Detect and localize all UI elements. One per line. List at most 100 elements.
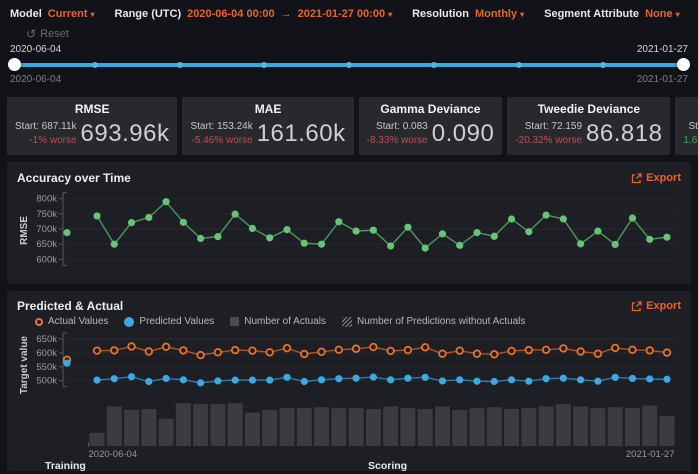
svg-text:2020-06-04: 2020-06-04: [89, 449, 138, 460]
export-icon: [631, 301, 642, 312]
legend-item-actual-values[interactable]: Actual Values: [35, 316, 108, 327]
metric-delta: -20.32% worse: [515, 134, 582, 148]
svg-text:700k: 700k: [36, 224, 57, 235]
segment-attribute-group: Segment Attribute None▾: [544, 8, 679, 20]
slider-tick-dot: [346, 62, 352, 68]
predicted-actual-line-chart[interactable]: 500k 550k 600k 650k: [31, 328, 681, 402]
export-button[interactable]: Export: [631, 172, 681, 184]
legend-item-number-of-actuals[interactable]: Number of Actuals: [230, 316, 326, 327]
ring-marker-icon: [35, 318, 43, 326]
metric-start-value: Start: 0.671: [688, 120, 698, 134]
metric-start-value: Start: 153.24k: [190, 120, 252, 134]
chevron-down-icon: ▾: [520, 10, 524, 19]
metric-name: R Squared: [683, 102, 698, 116]
chart-legend: Actual Values Predicted Values Number of…: [17, 313, 681, 328]
metric-delta: -8.33% worse: [367, 134, 428, 148]
accuracy-over-time-panel: Accuracy over Time Export RMSE 600k 650k 7…: [7, 162, 691, 284]
slider-tick-dot: [92, 62, 98, 68]
y-axis-title: Target value: [17, 328, 31, 402]
metric-current-value: 86.818: [586, 120, 662, 148]
svg-text:550k: 550k: [36, 362, 57, 373]
model-dropdown[interactable]: Current▾: [48, 8, 95, 20]
panel-title: Accuracy over Time: [17, 171, 131, 185]
metric-current-value: 0.090: [432, 120, 495, 148]
svg-text:800k: 800k: [36, 194, 57, 205]
scoring-zone-label: Scoring: [368, 460, 407, 472]
slider-tick-dot: [431, 62, 437, 68]
slider-tick-dot: [261, 62, 267, 68]
timeline-zones: Training Scoring: [17, 460, 681, 474]
segment-attribute-dropdown[interactable]: None▾: [645, 8, 680, 20]
metric-card-tweedie-deviance: Tweedie Deviance Start: 72.159 -20.32% w…: [507, 97, 670, 155]
svg-text:650k: 650k: [36, 334, 57, 345]
range-arrow-icon: →: [281, 8, 292, 20]
metric-name: MAE: [190, 102, 345, 116]
metric-current-value: 161.60k: [257, 120, 346, 148]
slider-tick-dot: [516, 62, 522, 68]
metric-current-value: 693.96k: [81, 120, 170, 148]
predicted-actual-panel: Predicted & Actual Export Actual Values …: [7, 291, 691, 471]
slider-start-label: 2020-06-04: [10, 44, 61, 57]
metric-card-r-squared: R Squared Start: 0.671 1.66% better 0.68…: [675, 97, 698, 155]
slider-tick-dot: [177, 62, 183, 68]
slider-dots: [10, 59, 688, 71]
metric-name: Tweedie Deviance: [515, 102, 662, 116]
svg-text:2021-01-27: 2021-01-27: [626, 449, 675, 460]
y-axis-title: RMSE: [17, 186, 31, 274]
date-range-slider: 2020-06-04 2021-01-27 2020-06-04 2021-01…: [0, 44, 698, 87]
slider-track-row: [10, 59, 688, 71]
svg-text:650k: 650k: [36, 239, 57, 250]
dot-marker-icon: [124, 317, 134, 327]
slider-handle-start[interactable]: [8, 58, 21, 71]
resolution-selector-group: Resolution Monthly▾: [412, 8, 524, 20]
metric-cards: RMSE Start: 687.11k -1% worse 693.96k MA…: [7, 97, 691, 155]
range-start-value[interactable]: 2020-06-04 00:00: [187, 8, 274, 20]
svg-text:600k: 600k: [36, 254, 57, 265]
panel-title: Predicted & Actual: [17, 299, 123, 313]
metric-delta: -5.46% worse: [192, 134, 253, 148]
chevron-down-icon: ▾: [676, 10, 680, 19]
metric-delta: 1.66% better: [683, 134, 698, 148]
resolution-dropdown[interactable]: Monthly▾: [475, 8, 524, 20]
model-label: Model: [10, 8, 42, 20]
metric-name: Gamma Deviance: [367, 102, 495, 116]
undo-icon: ↺: [26, 27, 36, 41]
metric-delta: -1% worse: [29, 134, 76, 148]
metric-card-mae: MAE Start: 153.24k -5.46% worse 161.60k: [182, 97, 353, 155]
square-marker-icon: [230, 317, 239, 326]
range-end-dropdown[interactable]: 2021-01-27 00:00▾: [298, 8, 392, 20]
legend-item-predictions-without-actuals[interactable]: Number of Predictions without Actuals: [342, 316, 525, 327]
accuracy-dashboard: Model Current▾ Range (UTC) 2020-06-04 00…: [0, 0, 698, 464]
export-button[interactable]: Export: [631, 300, 681, 312]
metric-card-gamma-deviance: Gamma Deviance Start: 0.083 -8.33% worse…: [359, 97, 503, 155]
svg-text:600k: 600k: [36, 348, 57, 359]
spacer: [17, 402, 31, 460]
accuracy-line-chart[interactable]: 600k 650k 700k 750k 800k: [31, 186, 681, 274]
actuals-volume-bar-chart[interactable]: 2020-06-04 2021-01-27: [31, 402, 681, 460]
legend-item-predicted-values[interactable]: Predicted Values: [124, 316, 214, 327]
range-label: Range (UTC): [115, 8, 182, 20]
slider-end-label: 2021-01-27: [637, 44, 688, 57]
export-icon: [631, 173, 642, 184]
reset-row: ↺ Reset: [0, 26, 698, 42]
metric-start-value: Start: 72.159: [525, 120, 582, 134]
resolution-label: Resolution: [412, 8, 469, 20]
model-selector-group: Model Current▾: [10, 8, 95, 20]
slider-tick-dot: [600, 62, 606, 68]
segment-attribute-label: Segment Attribute: [544, 8, 639, 20]
metric-start-value: Start: 687.11k: [15, 120, 77, 134]
slider-handle-end[interactable]: [677, 58, 690, 71]
chevron-down-icon: ▾: [91, 10, 95, 19]
slider-end-sub-label: 2021-01-27: [637, 74, 688, 87]
hatch-marker-icon: [342, 317, 352, 327]
reset-button[interactable]: ↺ Reset: [26, 27, 69, 41]
toolbar: Model Current▾ Range (UTC) 2020-06-04 00…: [0, 0, 698, 22]
slider-start-sub-label: 2020-06-04: [10, 74, 61, 87]
svg-text:500k: 500k: [36, 376, 57, 387]
metric-start-value: Start: 0.083: [376, 120, 428, 134]
svg-text:750k: 750k: [36, 209, 57, 220]
training-zone-label: Training: [45, 460, 86, 472]
chevron-down-icon: ▾: [388, 10, 392, 19]
range-selector-group: Range (UTC) 2020-06-04 00:00 → 2021-01-2…: [115, 8, 393, 20]
metric-name: RMSE: [15, 102, 169, 116]
